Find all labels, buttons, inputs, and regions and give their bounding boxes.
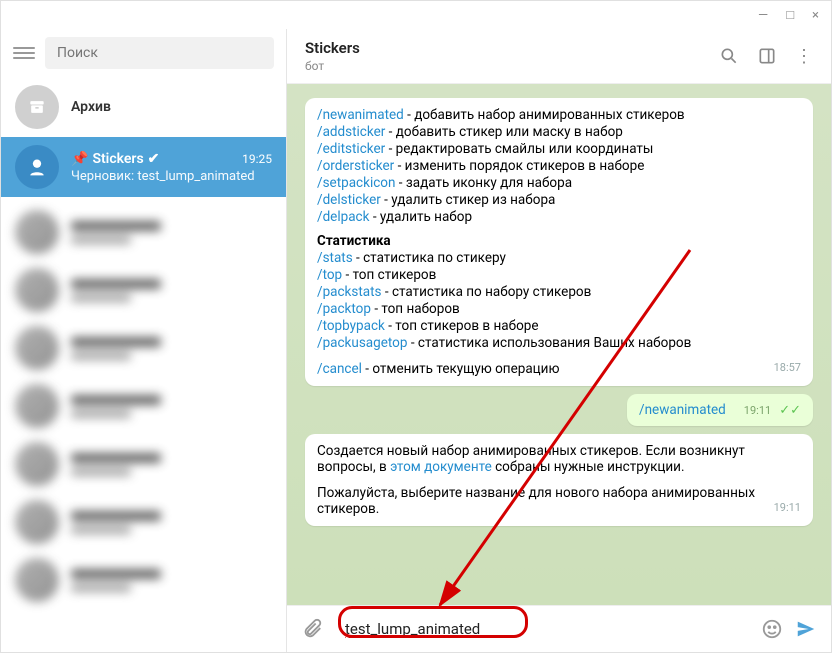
send-icon[interactable] [795, 618, 817, 640]
cmd-top[interactable]: /top [317, 267, 342, 283]
doc-link[interactable]: этом документе [390, 459, 492, 475]
chat-list-blurred [1, 197, 286, 652]
draft-text: test_lump_animated [134, 169, 254, 184]
sent-message: /newanimated 19:11 ✓✓ [627, 394, 813, 426]
more-icon[interactable]: ⋮ [795, 46, 813, 67]
sidebar: Архив 📌 Stickers ✔ 19:25 Черновик: [1, 29, 287, 652]
cmd-setpackicon[interactable]: /setpackicon [317, 175, 395, 191]
message-time: 19:11 [744, 404, 771, 417]
chat-header: Stickers бот ⋮ [287, 29, 831, 84]
search-input[interactable] [45, 37, 274, 69]
stats-heading: Статистика [317, 233, 801, 249]
pin-icon: 📌 [71, 151, 88, 167]
sent-command[interactable]: /newanimated [639, 402, 726, 418]
bot-commands-message: /newanimated - добавить набор анимирован… [305, 98, 813, 386]
archive-icon [15, 85, 59, 129]
cmd-editsticker[interactable]: /editsticker [317, 141, 385, 157]
message-input[interactable] [335, 614, 749, 644]
archive-label: Архив [71, 99, 111, 115]
search-icon[interactable] [719, 46, 739, 66]
archive-row[interactable]: Архив [1, 77, 286, 137]
chat-time: 19:25 [242, 152, 272, 166]
window-titlebar: — □ × [1, 1, 831, 29]
compose-row [287, 605, 831, 652]
draft-prefix: Черновик: [71, 169, 134, 184]
chat-subtitle: бот [305, 59, 360, 73]
cmd-addsticker[interactable]: /addsticker [317, 124, 385, 140]
verified-icon: ✔ [148, 151, 160, 167]
cmd-topbypack[interactable]: /topbypack [317, 318, 385, 334]
message-list[interactable]: /newanimated - добавить набор анимирован… [287, 84, 831, 605]
window-minimize[interactable]: — [758, 8, 768, 23]
avatar-stickers [15, 145, 59, 189]
chat-title[interactable]: Stickers [305, 39, 360, 57]
cmd-delsticker[interactable]: /delsticker [317, 192, 381, 208]
emoji-icon[interactable] [761, 618, 783, 640]
read-check-icon: ✓✓ [779, 403, 801, 418]
sidebar-toggle-icon[interactable] [757, 46, 777, 66]
window-maximize[interactable]: □ [786, 7, 794, 23]
message-time: 19:11 [774, 501, 801, 514]
bot-reply-message: Создается новый набор анимированных стик… [305, 434, 813, 526]
cmd-packusagetop[interactable]: /packusagetop [317, 335, 407, 351]
cmd-cancel[interactable]: /cancel [317, 361, 362, 377]
chat-panel: Stickers бот ⋮ /newanimated - добавить н… [287, 29, 831, 652]
window-close[interactable]: × [812, 8, 819, 23]
menu-icon[interactable] [13, 44, 35, 62]
attach-icon[interactable] [301, 618, 323, 640]
cmd-ordersticker[interactable]: /ordersticker [317, 158, 394, 174]
chat-name: Stickers [92, 151, 143, 167]
cmd-packstats[interactable]: /packstats [317, 284, 382, 300]
message-time: 18:57 [774, 361, 801, 374]
cmd-stats[interactable]: /stats [317, 250, 353, 266]
chat-item-stickers[interactable]: 📌 Stickers ✔ 19:25 Черновик: test_lump_a… [1, 137, 286, 197]
cmd-delpack[interactable]: /delpack [317, 209, 369, 225]
cmd-packtop[interactable]: /packtop [317, 301, 371, 317]
cmd-newanimated[interactable]: /newanimated [317, 107, 404, 123]
